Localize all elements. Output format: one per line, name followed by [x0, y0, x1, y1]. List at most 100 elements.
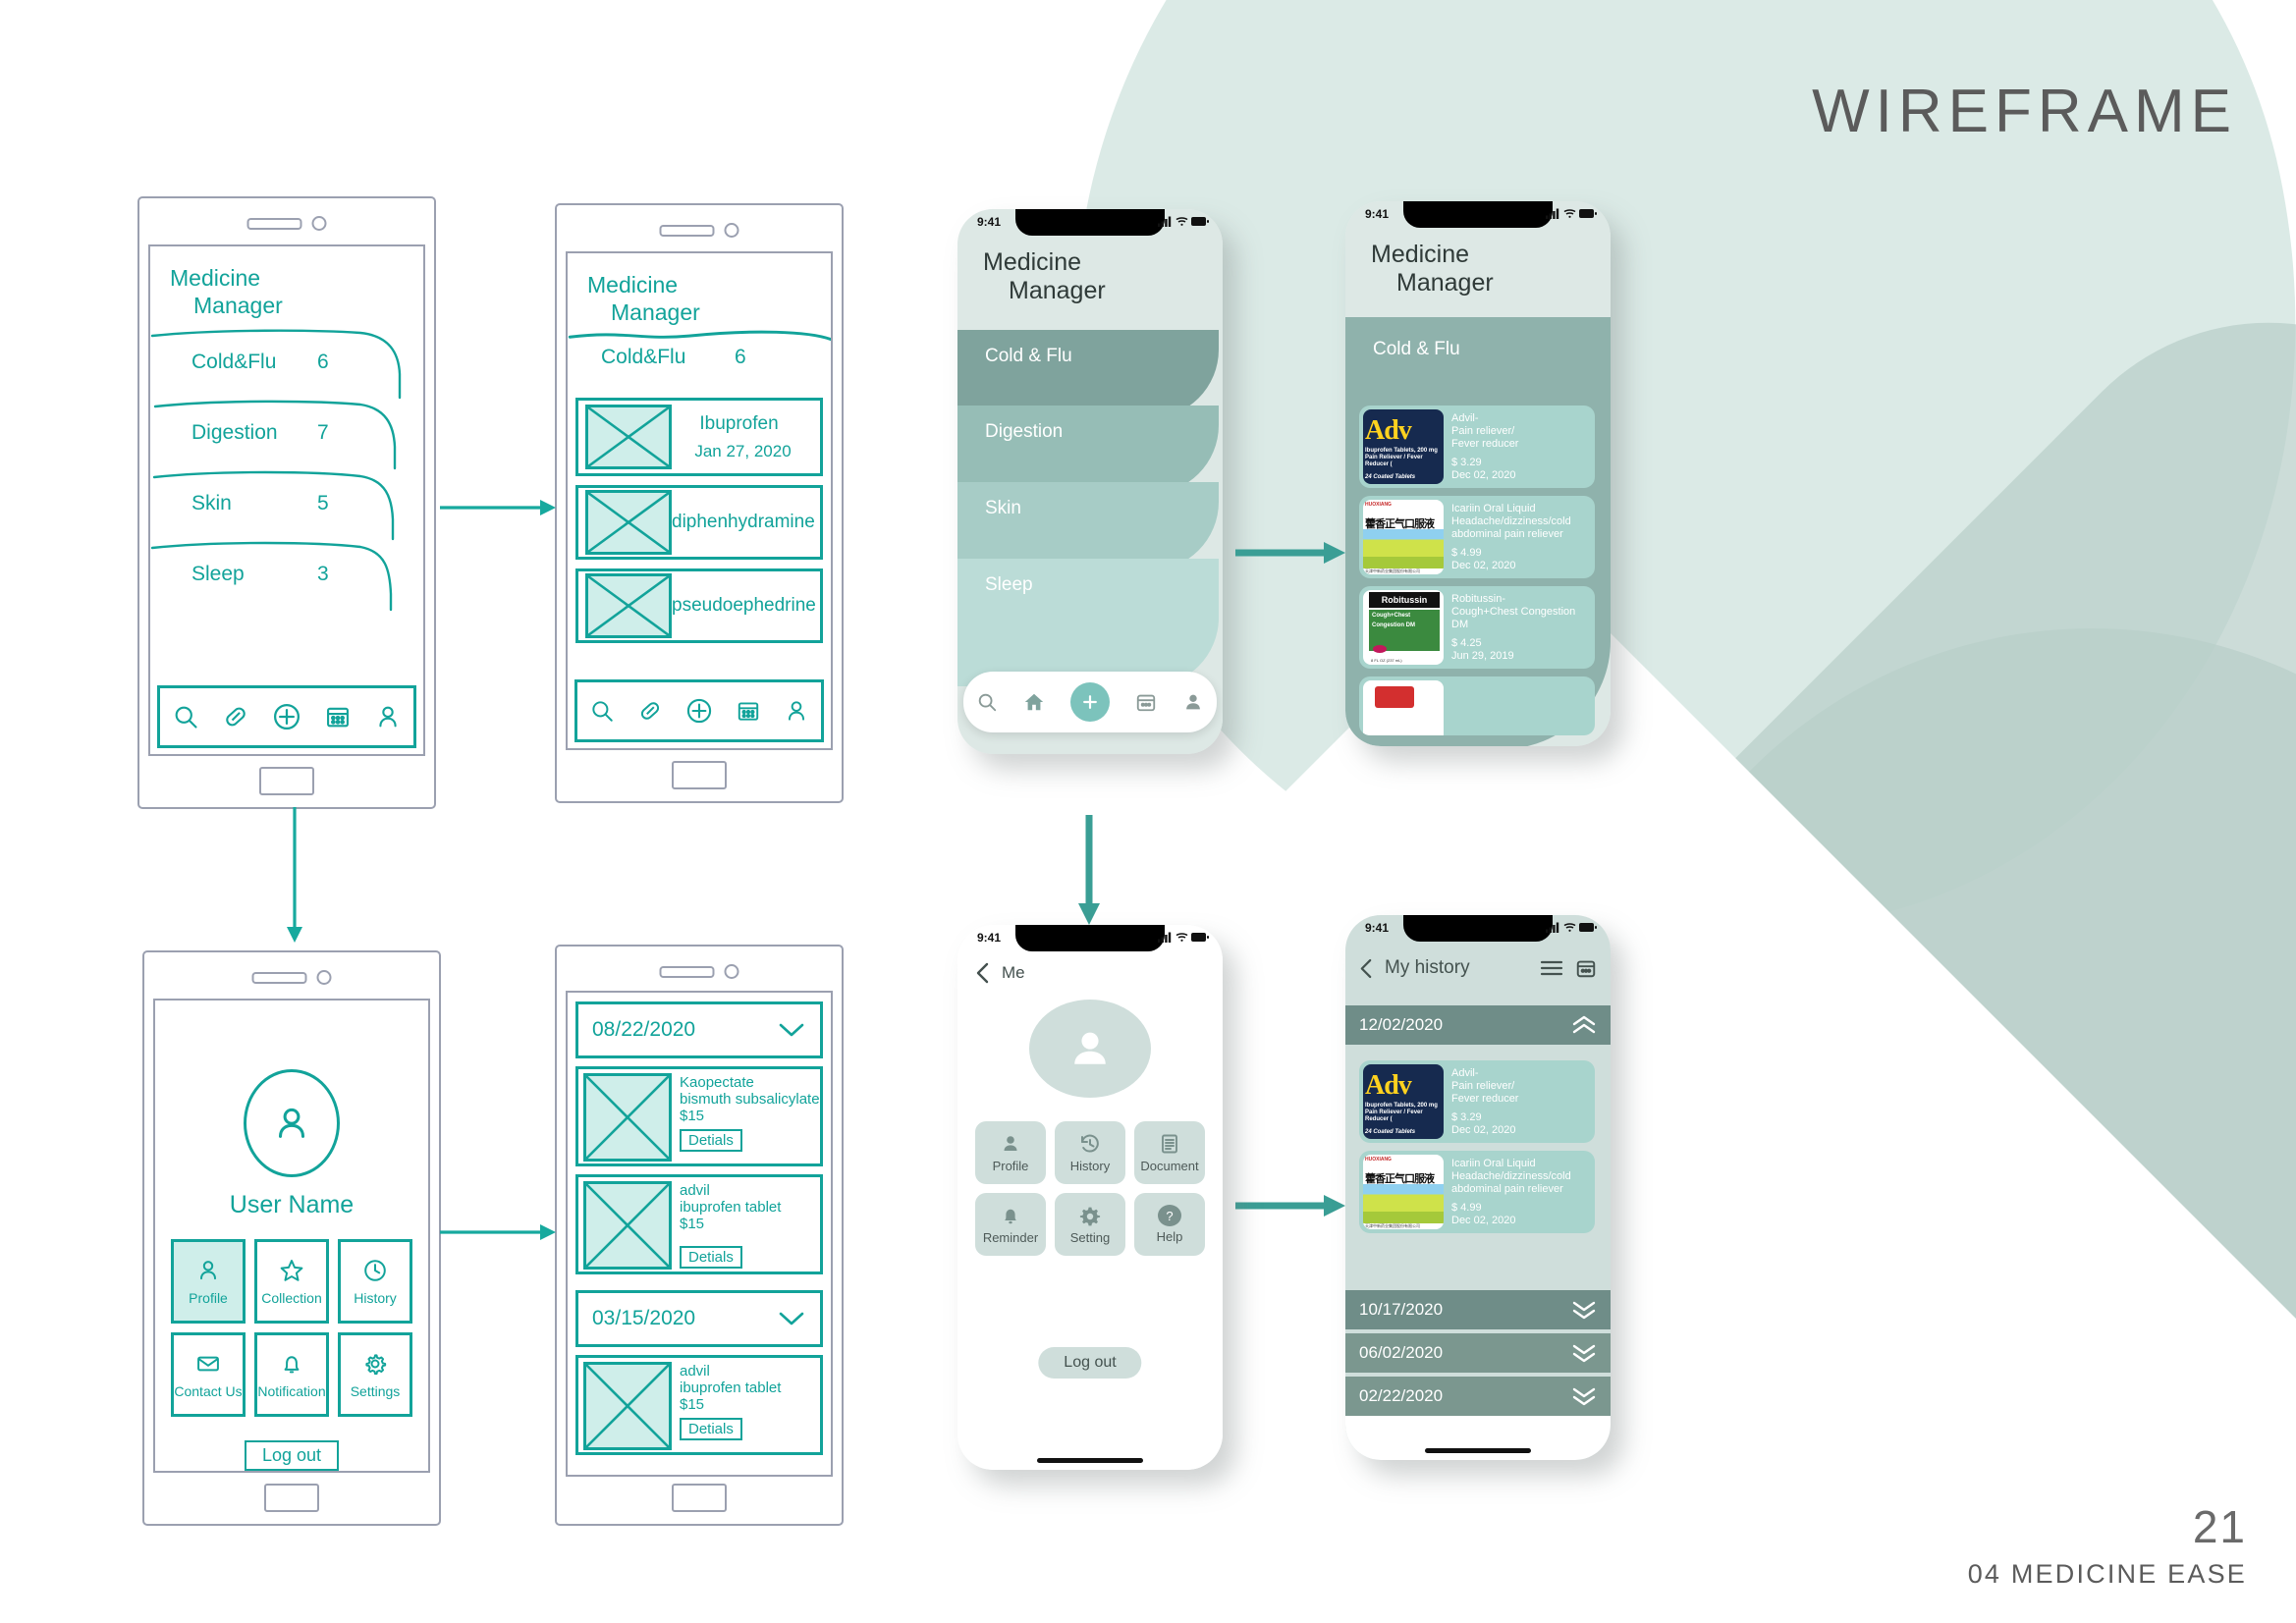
chevron-up-icon[interactable]: [1571, 1015, 1597, 1035]
me-tile-reminder[interactable]: Reminder: [975, 1193, 1046, 1256]
avatar[interactable]: [1029, 1000, 1151, 1098]
me-tile-profile[interactable]: Profile: [975, 1121, 1046, 1184]
me-tile-history[interactable]: History: [1055, 1121, 1125, 1184]
details-button[interactable]: Detials: [680, 1418, 742, 1440]
mock-category-sleep[interactable]: Sleep: [957, 559, 1219, 686]
profile-tile-contact-us[interactable]: Contact Us: [171, 1332, 246, 1417]
bottom-tabbar[interactable]: [157, 685, 416, 748]
details-button[interactable]: Detials: [680, 1246, 742, 1269]
medicine-row[interactable]: diphenhydramine: [575, 485, 823, 560]
person-icon[interactable]: [784, 698, 809, 724]
medicine-desc-1: Pain reliever/: [1451, 425, 1515, 437]
history-item-row[interactable]: Kaopectate bismuth subsalicylate $15 Det…: [575, 1066, 823, 1166]
medicine-name: Robitussin-: [1451, 593, 1506, 605]
chevron-down-icon[interactable]: [1571, 1386, 1597, 1406]
category-row-skin[interactable]: Skin 5: [150, 468, 423, 541]
add-icon: [1083, 695, 1097, 709]
medicine-date: Dec 02, 2020: [1451, 560, 1516, 571]
medicine-card-partial[interactable]: [1359, 676, 1595, 735]
history-date-group-header[interactable]: 08/22/2020: [575, 1001, 823, 1058]
pill-icon[interactable]: [637, 698, 663, 724]
chevron-down-icon[interactable]: [777, 1021, 806, 1039]
history-group-header-collapsed[interactable]: 10/17/2020: [1345, 1290, 1611, 1329]
me-tile-help[interactable]: ? Help: [1134, 1193, 1205, 1256]
hamburger-icon[interactable]: [1540, 959, 1563, 977]
flow-arrow-home-to-profile: [287, 807, 302, 943]
me-tile-document[interactable]: Document: [1134, 1121, 1205, 1184]
add-icon[interactable]: [272, 702, 301, 731]
medicine-row[interactable]: Ibuprofen Jan 27, 2020: [575, 398, 823, 476]
calendar-icon[interactable]: [1575, 957, 1597, 979]
phone-speaker: [246, 216, 327, 231]
home-icon[interactable]: [1023, 691, 1045, 713]
bottom-tabbar[interactable]: [574, 679, 824, 742]
medicine-row[interactable]: pseudoephedrine: [575, 568, 823, 643]
cellular-signal-icon: [1158, 932, 1172, 943]
history-item-card[interactable]: HUOXIANG 藿香正气口服液 天津中新药业集团股份有限公司 Icariin …: [1359, 1151, 1595, 1233]
phone-home-button[interactable]: [264, 1484, 319, 1512]
chevron-down-icon[interactable]: [1571, 1300, 1597, 1320]
question-icon: ?: [1158, 1205, 1181, 1226]
gear-icon: [1079, 1207, 1101, 1226]
pill-icon[interactable]: [222, 703, 249, 730]
category-row-cold-flu[interactable]: Cold&Flu 6: [568, 326, 831, 389]
chevron-left-icon[interactable]: [1359, 958, 1373, 979]
details-button[interactable]: Detials: [680, 1129, 742, 1152]
calendar-icon[interactable]: [736, 698, 761, 724]
profile-tile-notification[interactable]: Notification: [254, 1332, 329, 1417]
category-row-digestion[interactable]: Digestion 7: [150, 398, 423, 470]
calendar-icon[interactable]: [324, 703, 352, 730]
history-date: 10/17/2020: [1359, 1300, 1444, 1319]
page-title: WIREFRAME: [1812, 78, 2237, 145]
chevron-down-icon[interactable]: [777, 1310, 806, 1327]
search-icon[interactable]: [976, 691, 998, 713]
profile-tile-settings[interactable]: Settings: [338, 1332, 412, 1417]
phone-home-button[interactable]: [259, 767, 314, 795]
item-details: advil ibuprofen tablet $15 Detials: [672, 1358, 820, 1452]
medicine-card[interactable]: HUOXIANG 藿香正气口服液 天津中新药业集团股份有限公司 Icariin …: [1359, 496, 1595, 578]
image-placeholder-icon: [587, 491, 670, 554]
profile-tile-collection[interactable]: Collection: [254, 1239, 329, 1324]
medicine-thumbnail-placeholder: [585, 490, 672, 555]
history-item-row[interactable]: advil ibuprofen tablet $15 Detials: [575, 1174, 823, 1274]
chevron-down-icon[interactable]: [1571, 1343, 1597, 1363]
history-item-row[interactable]: advil ibuprofen tablet $15 Detials: [575, 1355, 823, 1455]
phone-home-button[interactable]: [672, 761, 727, 789]
profile-tile-history[interactable]: History: [338, 1239, 412, 1324]
medicine-price: $ 3.29: [1451, 457, 1482, 468]
tile-label: History: [354, 1290, 397, 1306]
mock-bottom-tabbar[interactable]: [963, 672, 1217, 732]
category-row-sleep[interactable]: Sleep 3: [150, 539, 423, 612]
add-icon[interactable]: [685, 697, 713, 725]
history-group-header-collapsed[interactable]: 06/02/2020: [1345, 1333, 1611, 1373]
mock-category-skin[interactable]: Skin: [957, 482, 1219, 570]
person-icon[interactable]: [374, 703, 402, 730]
me-tile-setting[interactable]: Setting: [1055, 1193, 1125, 1256]
medicine-card[interactable]: Robitussin Cough+Chest Congestion DM 8 F…: [1359, 586, 1595, 669]
calendar-icon[interactable]: [1135, 691, 1157, 713]
image-placeholder-icon: [587, 406, 670, 468]
logout-button[interactable]: Log out: [245, 1440, 339, 1471]
history-group-header-expanded[interactable]: 12/02/2020: [1345, 1005, 1611, 1045]
chevron-left-icon[interactable]: [975, 962, 990, 984]
tile-label: Setting: [1069, 1230, 1111, 1245]
search-icon[interactable]: [589, 698, 615, 724]
status-bar-indicators: [1158, 216, 1209, 227]
category-count: 6: [735, 346, 746, 368]
phone-notch: [1015, 925, 1165, 951]
history-date-group-header[interactable]: 03/15/2020: [575, 1290, 823, 1347]
profile-tile-profile[interactable]: Profile: [171, 1239, 246, 1324]
mockup-phone-me: 9:41 Me Profile History Document Reminde…: [957, 925, 1223, 1470]
logout-button[interactable]: Log out: [1038, 1347, 1142, 1379]
history-group-header-collapsed[interactable]: 02/22/2020: [1345, 1377, 1611, 1416]
mock-category-digestion[interactable]: Digestion: [957, 406, 1219, 494]
add-button[interactable]: [1070, 682, 1110, 722]
phone-home-button[interactable]: [672, 1484, 727, 1512]
search-icon[interactable]: [172, 703, 199, 730]
huoxiang-package-image: HUOXIANG 藿香正气口服液 天津中新药业集团股份有限公司: [1363, 500, 1444, 574]
person-icon[interactable]: [1182, 691, 1204, 713]
category-row-cold-flu[interactable]: Cold&Flu 6: [150, 327, 423, 400]
history-item-card[interactable]: Adv Ibuprofen Tablets, 200 mg Pain Relie…: [1359, 1060, 1595, 1143]
medicine-card[interactable]: Adv Ibuprofen Tablets, 200 mg Pain Relie…: [1359, 406, 1595, 488]
app-title-line2: Manager: [1396, 269, 1494, 297]
